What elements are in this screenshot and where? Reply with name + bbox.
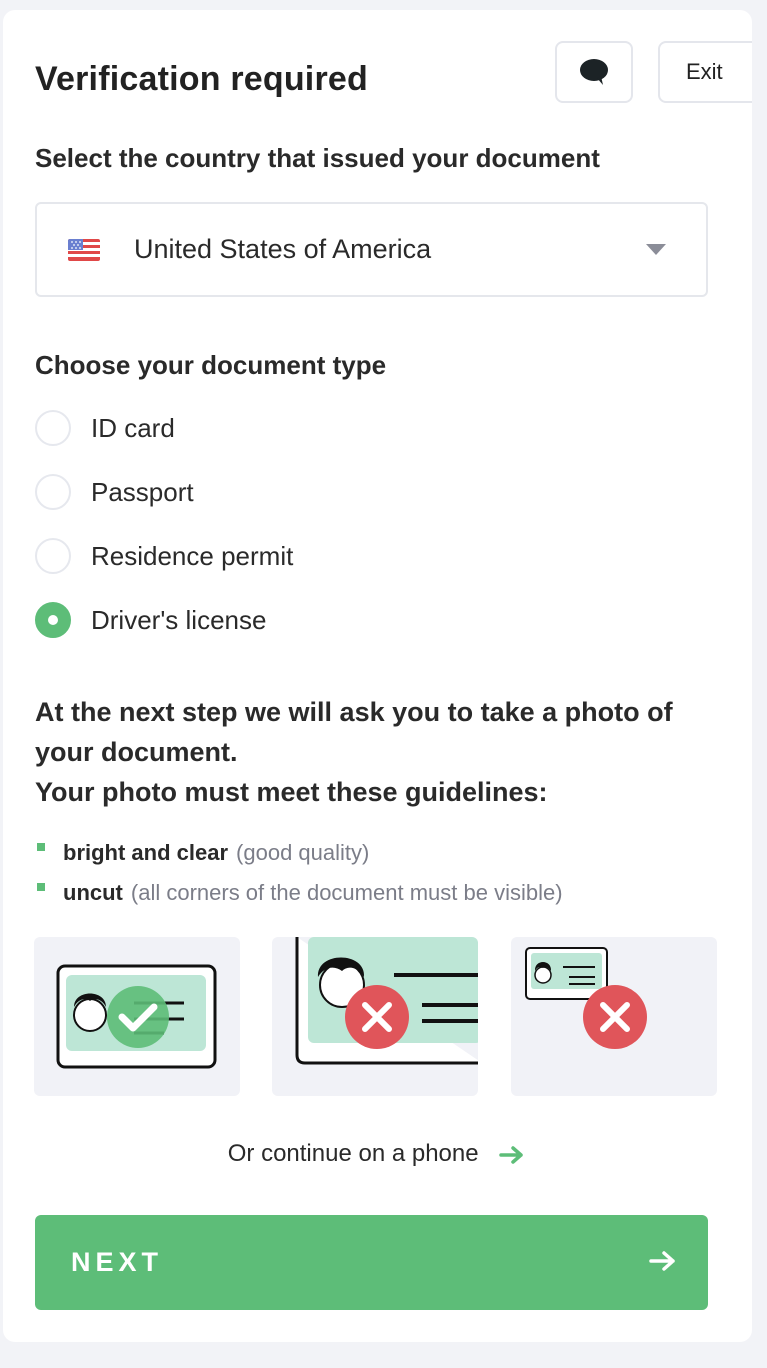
doc-option-passport[interactable]: Passport (35, 472, 194, 512)
guideline-note: (all corners of the document must be vis… (130, 880, 563, 905)
selected-country: United States of America (134, 234, 432, 264)
country-label: Select the country that issued your docu… (35, 143, 600, 173)
radio-button[interactable] (35, 474, 71, 510)
guideline-strong: bright and clear (63, 840, 229, 865)
guideline-item: uncut (all corners of the document must … (37, 880, 563, 906)
doc-option-id-card[interactable]: ID card (35, 408, 175, 448)
bullet-marker (37, 843, 45, 851)
next-button-label: NEXT (71, 1247, 164, 1277)
guideline-note: (good quality) (236, 840, 370, 865)
radio-button[interactable] (35, 410, 71, 446)
guideline-strong: uncut (63, 880, 123, 905)
document-type-label: Choose your document type (35, 350, 387, 380)
verification-card: Verification required Exit Select the co… (3, 10, 752, 1342)
chevron-down-icon (646, 244, 666, 255)
doc-option-label: Residence permit (91, 540, 294, 571)
us-flag-icon (68, 239, 100, 261)
continue-on-phone-link[interactable]: Or continue on a phone (3, 1140, 752, 1168)
country-select[interactable]: United States of America (35, 202, 708, 297)
chat-bubble-icon (580, 59, 608, 85)
exit-button[interactable]: Exit (658, 41, 752, 103)
bullet-marker (37, 883, 45, 891)
chat-button[interactable] (555, 41, 633, 103)
arrow-right-icon (649, 1251, 675, 1271)
page-title: Verification required (35, 60, 368, 98)
arrow-right-icon (499, 1145, 524, 1164)
instructions-line-2: Your photo must meet these guidelines: (35, 777, 548, 807)
next-button[interactable]: NEXT (35, 1215, 708, 1310)
check-circle-icon (107, 986, 169, 1048)
doc-option-label: Driver's license (91, 604, 267, 635)
phone-link-text: Or continue on a phone (227, 1140, 479, 1167)
radio-button[interactable] (35, 538, 71, 574)
guideline-item: bright and clear (good quality) (37, 840, 369, 866)
doc-option-label: ID card (91, 412, 175, 443)
instructions-line-1: At the next step we will ask you to take… (35, 697, 673, 767)
good-photo-example (34, 937, 240, 1096)
doc-option-drivers-license[interactable]: Driver's license (35, 600, 266, 640)
doc-option-residence-permit[interactable]: Residence permit (35, 536, 293, 576)
radio-button-selected[interactable] (35, 602, 71, 638)
doc-option-label: Passport (91, 476, 194, 507)
too-far-example (511, 937, 717, 1096)
too-close-example (272, 937, 478, 1096)
photo-instructions: At the next step we will ask you to take… (35, 692, 725, 812)
